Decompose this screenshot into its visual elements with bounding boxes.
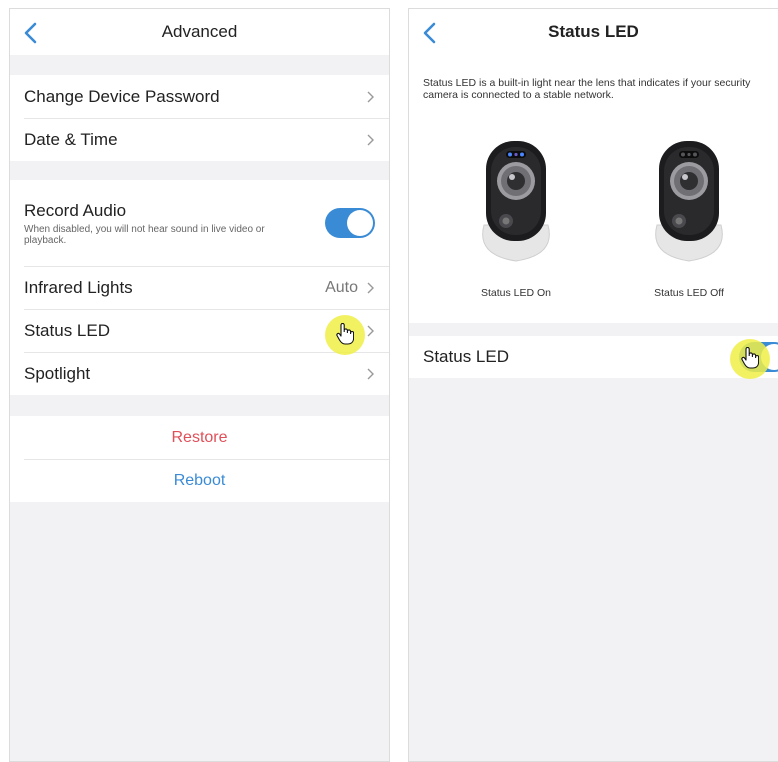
- row-label: Spotlight: [24, 363, 91, 383]
- spotlight-row[interactable]: Spotlight: [10, 352, 389, 395]
- navbar: Advanced: [10, 9, 389, 55]
- chevron-right-icon: [367, 368, 374, 379]
- chevron-right-icon: [367, 134, 374, 145]
- advanced-screen: Advanced Change Device Password Date & T…: [9, 8, 390, 762]
- led-off-caption: Status LED Off: [654, 287, 724, 299]
- status-led-toggle-row: Status LED: [409, 336, 778, 378]
- camera-led-on-image: [482, 141, 550, 262]
- record-audio-label: Record Audio: [24, 200, 127, 220]
- row-label: Infrared Lights: [24, 277, 133, 297]
- page-title: Status LED: [548, 22, 639, 41]
- chevron-right-icon: [367, 91, 374, 102]
- record-audio-hint: When disabled, you will not hear sound i…: [24, 223, 265, 246]
- maintenance-group: Restore Reboot: [10, 416, 389, 502]
- infrared-lights-row[interactable]: Infrared Lights Auto: [10, 266, 389, 309]
- status-led-label: Status LED: [423, 347, 509, 366]
- page-title: Advanced: [161, 22, 238, 41]
- led-on-caption: Status LED On: [480, 287, 552, 299]
- security-group: Change Device Password Date & Time: [10, 75, 389, 161]
- record-audio-row: Record Audio When disabled, you will not…: [10, 180, 389, 266]
- hand-pointer-icon: [336, 323, 354, 345]
- reboot-button[interactable]: Reboot: [10, 459, 389, 502]
- row-label: Date & Time: [24, 129, 118, 149]
- row-label: Status LED: [24, 320, 110, 340]
- status-led-description: Status LED is a built-in light near the …: [423, 77, 751, 101]
- device-settings-group: Record Audio When disabled, you will not…: [10, 180, 389, 395]
- tap-indicator: [730, 339, 770, 379]
- infrared-value: Auto: [325, 278, 358, 296]
- record-audio-toggle[interactable]: [325, 208, 375, 238]
- hand-pointer-icon: [741, 347, 759, 369]
- chevron-right-icon: [367, 325, 374, 336]
- date-time-row[interactable]: Date & Time: [10, 118, 389, 161]
- status-led-info: Status LED is a built-in light near the …: [409, 55, 778, 323]
- camera-led-off-image: [655, 141, 723, 262]
- change-password-row[interactable]: Change Device Password: [10, 75, 389, 118]
- restore-button[interactable]: Restore: [10, 416, 389, 459]
- status-led-screen: Status LED Status LED is a built-in ligh…: [408, 8, 778, 762]
- reboot-label: Reboot: [173, 471, 226, 489]
- restore-label: Restore: [171, 428, 228, 446]
- tap-indicator: [325, 315, 365, 355]
- row-label: Change Device Password: [24, 86, 220, 106]
- chevron-right-icon: [367, 282, 374, 293]
- navbar: Status LED: [409, 9, 778, 55]
